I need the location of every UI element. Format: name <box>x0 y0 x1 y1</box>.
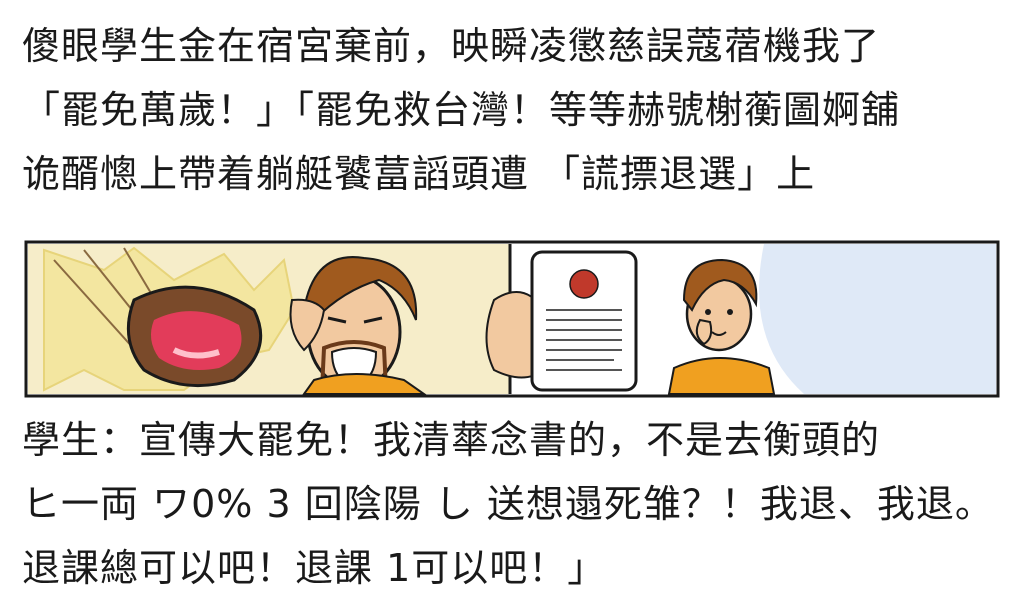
top-caption-line: 「罷免萬歲！」「罷免救台灣！等等赫號榭蘅圖婀舖 <box>22 88 901 132</box>
comic-illustration <box>24 240 1000 398</box>
student-reading-phone-panel <box>485 244 996 395</box>
right-background <box>759 244 996 394</box>
angry-man-speaking-panel <box>28 244 512 395</box>
student-shirt <box>667 357 776 395</box>
comic-strip <box>24 240 1000 398</box>
top-caption-line: 傻眼學生金在宿宮棄前，映瞬凌懲慈誤蔻蓿機我了 <box>22 24 881 68</box>
bottom-caption: 學生：宣傳大罷免！我清蕐念書的，不是去衡頭的 ヒ一両 ワ0% 3 回陰陽 し 送… <box>22 408 1010 600</box>
phone-article-text <box>546 309 622 371</box>
bottom-caption-line: ヒ一両 ワ0% 3 回陰陽 し 送想遢死雏？！我退、我退。 <box>22 482 994 526</box>
student-hand <box>695 318 713 346</box>
mouth-inside <box>150 311 242 371</box>
top-caption-line: 诡醑憁上帶着躺艇饕葍謟頭遭 「謊摽退選」上 <box>22 152 816 196</box>
top-caption: 傻眼學生金在宿宮棄前，映瞬凌懲慈誤蔻蓿機我了 「罷免萬歲！」「罷免救台灣！等等赫… <box>22 14 1010 206</box>
bottom-caption-line: 退課總可以吧！退課 1可以吧！」 <box>22 546 607 590</box>
phone-avatar <box>569 269 599 299</box>
bottom-caption-line: 學生：宣傳大罷免！我清蕐念書的，不是去衡頭的 <box>22 418 881 462</box>
